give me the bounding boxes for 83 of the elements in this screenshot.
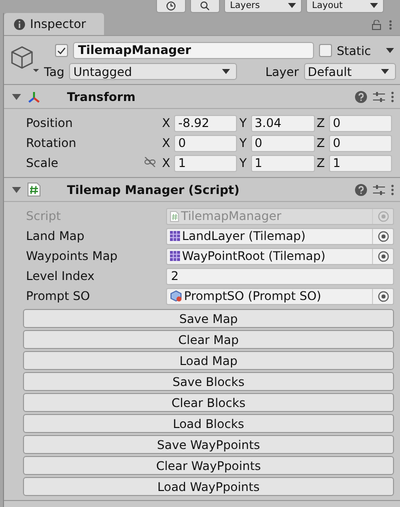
axis-label: X bbox=[162, 116, 170, 130]
caret-icon bbox=[222, 68, 230, 74]
number-field[interactable]: 1 bbox=[250, 154, 315, 172]
property-label: Script bbox=[26, 209, 62, 223]
action-button[interactable]: Clear Blocks bbox=[23, 393, 394, 412]
property-label: Level Index bbox=[26, 269, 96, 283]
layer-dropdown[interactable]: Default bbox=[304, 63, 396, 80]
caret-icon bbox=[386, 48, 394, 54]
action-button[interactable]: Save Blocks bbox=[23, 372, 394, 391]
more-icon bbox=[391, 90, 394, 102]
axis-label: Z bbox=[316, 156, 325, 170]
cube-icon bbox=[10, 44, 40, 74]
search-icon bbox=[200, 1, 210, 11]
target-icon bbox=[378, 250, 388, 262]
object-name-field[interactable]: TilemapManager bbox=[73, 42, 314, 59]
more-icon bbox=[391, 184, 394, 196]
broken-link-icon[interactable] bbox=[144, 157, 156, 167]
axis-label: Z bbox=[316, 136, 325, 150]
action-button[interactable]: Save WayPpoints bbox=[23, 435, 394, 454]
search-button[interactable] bbox=[190, 0, 220, 13]
component-header[interactable]: Transform bbox=[4, 85, 400, 109]
property-label: Waypoints Map bbox=[26, 249, 119, 263]
number-field[interactable]: -8.92 bbox=[174, 114, 238, 132]
caret-icon bbox=[370, 3, 378, 9]
inspector-tab[interactable]: Inspector bbox=[4, 13, 104, 35]
target-icon bbox=[378, 210, 388, 222]
number-field[interactable]: 0 bbox=[174, 134, 238, 152]
property-label: Scale bbox=[26, 156, 60, 170]
object-field[interactable]: PromptSO (Prompt SO) bbox=[166, 288, 394, 304]
axis-label: X bbox=[162, 156, 170, 170]
help-icon bbox=[355, 184, 367, 196]
tag-dropdown[interactable]: Untagged bbox=[69, 63, 238, 80]
sliders-icon bbox=[373, 90, 385, 102]
axes-icon bbox=[27, 90, 41, 104]
property-label: Position bbox=[26, 116, 74, 130]
action-button[interactable]: Load WayPpoints bbox=[23, 477, 394, 496]
grid-icon bbox=[170, 251, 180, 261]
action-button[interactable]: Clear WayPpoints bbox=[23, 456, 394, 475]
caret-icon bbox=[288, 3, 296, 9]
active-checkbox[interactable] bbox=[55, 44, 68, 57]
object-field[interactable]: WayPointRoot (Tilemap) bbox=[166, 248, 394, 264]
number-field[interactable]: 3.04 bbox=[250, 114, 315, 132]
action-button[interactable]: Clear Map bbox=[23, 330, 394, 349]
object-field[interactable]: LandLayer (Tilemap) bbox=[166, 228, 394, 244]
clock-icon bbox=[166, 1, 176, 11]
sliders-icon bbox=[373, 184, 385, 196]
grid-icon bbox=[170, 231, 180, 241]
action-button[interactable]: Load Map bbox=[23, 351, 394, 370]
layer-label: Layer bbox=[265, 64, 299, 78]
static-checkbox[interactable] bbox=[318, 44, 332, 57]
property-label: Prompt SO bbox=[26, 289, 91, 303]
static-label: Static bbox=[336, 44, 371, 58]
axis-label: Z bbox=[316, 116, 325, 130]
axis-label: X bbox=[162, 136, 170, 150]
number-field[interactable]: 1 bbox=[328, 154, 392, 172]
number-field[interactable]: 0 bbox=[250, 134, 315, 152]
script-icon bbox=[170, 210, 179, 222]
history-button[interactable] bbox=[156, 0, 186, 13]
number-field[interactable]: 0 bbox=[328, 114, 392, 132]
property-label: Land Map bbox=[26, 229, 86, 243]
action-button[interactable]: Save Map bbox=[23, 309, 394, 328]
property-label: Rotation bbox=[26, 136, 78, 150]
axis-label: Y bbox=[239, 156, 247, 170]
info-icon bbox=[14, 18, 25, 30]
lock-icon bbox=[372, 20, 381, 30]
number-field[interactable]: 2 bbox=[166, 268, 394, 284]
check-icon bbox=[57, 46, 66, 54]
help-icon bbox=[355, 90, 367, 102]
target-icon bbox=[378, 290, 388, 302]
toolbar-dropdown[interactable]: Layers bbox=[224, 0, 302, 13]
axis-label: Y bbox=[239, 116, 247, 130]
toolbar-dropdown[interactable]: Layout bbox=[306, 0, 384, 13]
tag-label: Tag bbox=[44, 64, 64, 78]
script-icon bbox=[27, 182, 41, 197]
asset-icon bbox=[170, 290, 182, 302]
caret-icon bbox=[381, 68, 389, 74]
action-button[interactable]: Load Blocks bbox=[23, 414, 394, 433]
number-field[interactable]: 1 bbox=[174, 154, 238, 172]
number-field[interactable]: 0 bbox=[328, 134, 392, 152]
component-header[interactable]: Tilemap Manager (Script) bbox=[4, 178, 400, 202]
target-icon bbox=[378, 230, 388, 242]
axis-label: Y bbox=[239, 136, 247, 150]
more-icon bbox=[389, 20, 392, 30]
